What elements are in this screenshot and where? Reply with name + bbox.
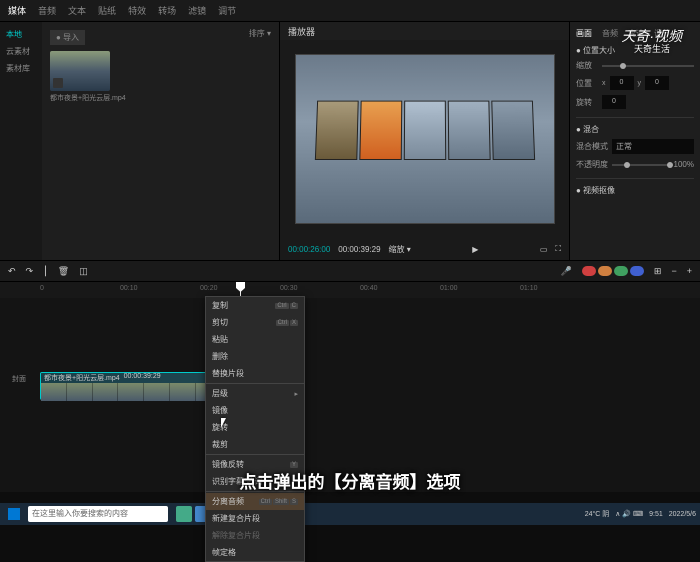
fullscreen-icon[interactable]: ⛶	[555, 244, 561, 254]
ctx-item-5[interactable]: 层级▸	[206, 385, 304, 402]
tray-icons[interactable]: ∧ 🔊 ⌨	[615, 510, 643, 518]
timeline[interactable]: 0 00:10 00:20 00:30 00:40 01:00 01:10 封面…	[0, 282, 700, 492]
nav-tab-effect[interactable]: 特效	[128, 4, 146, 17]
nav-tab-adjust[interactable]: 调节	[218, 4, 236, 17]
props-section-mask: ● 视频抠像	[576, 178, 694, 196]
snap-icon[interactable]: ⊞	[654, 266, 662, 277]
preview-title: 播放器	[280, 22, 569, 40]
time-current: 00:00:26:00	[288, 245, 330, 254]
preview-panel: 播放器 00:00:26:00 00:00:39:29 缩放 ▾ ▶ ▭ ⛶	[280, 22, 570, 260]
properties-panel: 画面 音频 变速 调节 ● 位置大小 缩放 位置 x0 y0 旋转 0 ● 混合…	[570, 22, 700, 260]
nav-tab-filter[interactable]: 滤镜	[188, 4, 206, 17]
time-total: 00:00:39:29	[338, 245, 380, 254]
media-thumbnail[interactable]	[50, 51, 110, 91]
pos-label: 位置	[576, 78, 598, 89]
scale-slider[interactable]	[602, 65, 694, 67]
scale-dropdown[interactable]: 缩放 ▾	[389, 244, 411, 255]
tray-date[interactable]: 2022/5/6	[669, 511, 696, 518]
ctx-item-4[interactable]: 替换片段	[206, 365, 304, 382]
media-tab-cloud[interactable]: 云素材	[4, 43, 38, 60]
weather-widget[interactable]: 24°C 阴	[585, 509, 610, 519]
nav-tab-text[interactable]: 文本	[68, 4, 86, 17]
timeline-ruler[interactable]: 0 00:10 00:20 00:30 00:40 01:00 01:10	[0, 282, 700, 298]
blend-mode-label: 混合模式	[576, 141, 608, 152]
nav-tab-sticker[interactable]: 贴纸	[98, 4, 116, 17]
preview-photo	[403, 101, 445, 160]
blend-mode-dropdown[interactable]: 正常	[612, 139, 694, 154]
ctx-item-13: 解除复合片段	[206, 527, 304, 544]
clip-title: 都市夜景+阳光云层.mp4	[44, 373, 120, 383]
taskbar-search[interactable]: 在这里输入你要搜索的内容	[28, 506, 168, 522]
opacity-label: 不透明度	[576, 159, 608, 170]
top-nav: 媒体 音频 文本 贴纸 特效 转场 滤镜 调节	[0, 0, 700, 22]
ctx-item-3[interactable]: 删除	[206, 348, 304, 365]
ctx-item-2[interactable]: 粘贴	[206, 331, 304, 348]
preview-photo	[359, 101, 402, 160]
track-label: 封面	[0, 374, 38, 384]
ctx-item-6[interactable]: 镜像	[206, 402, 304, 419]
preview-photo	[314, 101, 358, 160]
props-section-blend: ● 混合	[576, 117, 694, 135]
clip-duration: 00:00:39:29	[124, 373, 161, 383]
split-icon[interactable]: ⎮	[43, 266, 48, 277]
ratio-icon[interactable]: ▭	[540, 245, 548, 254]
nav-tab-media[interactable]: 媒体	[8, 4, 26, 17]
pos-y-input[interactable]: 0	[645, 76, 669, 90]
crop-icon[interactable]: ◫	[79, 266, 88, 277]
play-button[interactable]: ▶	[472, 245, 478, 254]
windows-taskbar: 在这里输入你要搜索的内容 24°C 阴 ∧ 🔊 ⌨ 9:51 2022/5/6	[0, 503, 700, 525]
context-menu: 复制CtrlC剪切CtrlX粘贴删除替换片段层级▸镜像旋转裁剪镜像反转Y识别字幕…	[205, 296, 305, 562]
media-panel: 本地 云素材 素材库 ● 导入 排序 ▾ 都市夜景+阳光云层.mp4	[0, 22, 280, 260]
opacity-value: 100%	[674, 160, 694, 169]
mic-icon[interactable]: 🎤	[561, 266, 572, 277]
ctx-item-0[interactable]: 复制CtrlC	[206, 297, 304, 314]
redo-icon[interactable]: ↷	[26, 266, 34, 277]
delete-icon[interactable]: 🗑	[58, 266, 69, 277]
ctx-item-11[interactable]: 分离音频CtrlShiftS	[206, 493, 304, 510]
task-icon[interactable]	[176, 506, 192, 522]
ctx-item-14[interactable]: 帧定格	[206, 544, 304, 561]
sort-dropdown[interactable]: 排序 ▾	[249, 28, 271, 39]
props-tab-audio[interactable]: 音频	[602, 28, 618, 39]
props-tab-video[interactable]: 画面	[576, 28, 592, 39]
ctx-item-1[interactable]: 剪切CtrlX	[206, 314, 304, 331]
undo-icon[interactable]: ↶	[8, 266, 16, 277]
cursor-icon	[221, 418, 231, 432]
timeline-toolbar: ↶ ↷ ⎮ 🗑 ◫ 🎤 ⊞ − +	[0, 260, 700, 282]
media-thumb-label: 都市夜景+阳光云层.mp4	[50, 93, 271, 103]
nav-tab-audio[interactable]: 音频	[38, 4, 56, 17]
preview-photo	[447, 101, 490, 160]
scale-label: 缩放	[576, 60, 598, 71]
import-button[interactable]: ● 导入	[50, 30, 85, 45]
watermark-sub: 天奇生活	[634, 42, 670, 55]
nav-tab-transition[interactable]: 转场	[158, 4, 176, 17]
zoom-in-icon[interactable]: +	[687, 266, 692, 276]
tray-time[interactable]: 9:51	[649, 511, 663, 518]
media-tab-local[interactable]: 本地	[4, 26, 38, 43]
tutorial-subtitle: 点击弹出的【分离音频】选项	[0, 468, 700, 493]
media-tab-library[interactable]: 素材库	[4, 60, 38, 77]
rot-label: 旋转	[576, 97, 598, 108]
track-color-pills[interactable]	[582, 266, 644, 276]
preview-photo	[491, 101, 535, 160]
zoom-out-icon[interactable]: −	[671, 266, 676, 276]
start-button[interactable]	[4, 505, 24, 523]
ctx-item-12[interactable]: 新建复合片段	[206, 510, 304, 527]
opacity-slider[interactable]	[612, 164, 670, 166]
rot-input[interactable]: 0	[602, 95, 626, 109]
pos-x-input[interactable]: 0	[610, 76, 634, 90]
preview-canvas[interactable]	[295, 54, 555, 224]
ctx-item-8[interactable]: 裁剪	[206, 436, 304, 453]
